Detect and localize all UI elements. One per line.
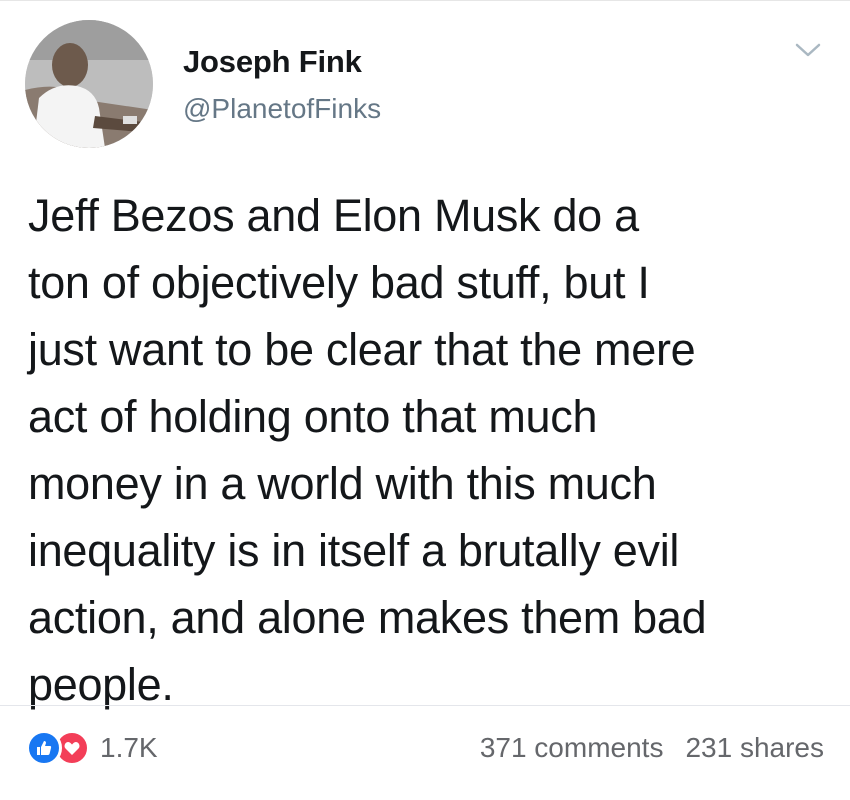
like-icon — [26, 730, 62, 766]
footer-stats: 371 comments 231 shares — [480, 728, 824, 768]
author-avatar[interactable] — [25, 20, 153, 148]
tweet-text: Jeff Bezos and Elon Musk do a ton of obj… — [28, 190, 707, 710]
tweet-screenshot: Joseph Fink @PlanetofFinks Jeff Bezos an… — [0, 0, 850, 710]
shares-count-link[interactable]: 231 shares — [685, 732, 824, 764]
author-name[interactable]: Joseph Fink — [183, 44, 362, 80]
avatar-photo — [25, 20, 153, 148]
reactions-summary[interactable]: 1.7K — [26, 728, 158, 768]
footer-divider — [0, 705, 850, 706]
comments-count-link[interactable]: 371 comments — [480, 732, 664, 764]
chevron-down-icon[interactable] — [793, 39, 823, 61]
author-handle[interactable]: @PlanetofFinks — [183, 93, 381, 125]
reaction-count: 1.7K — [100, 732, 158, 763]
